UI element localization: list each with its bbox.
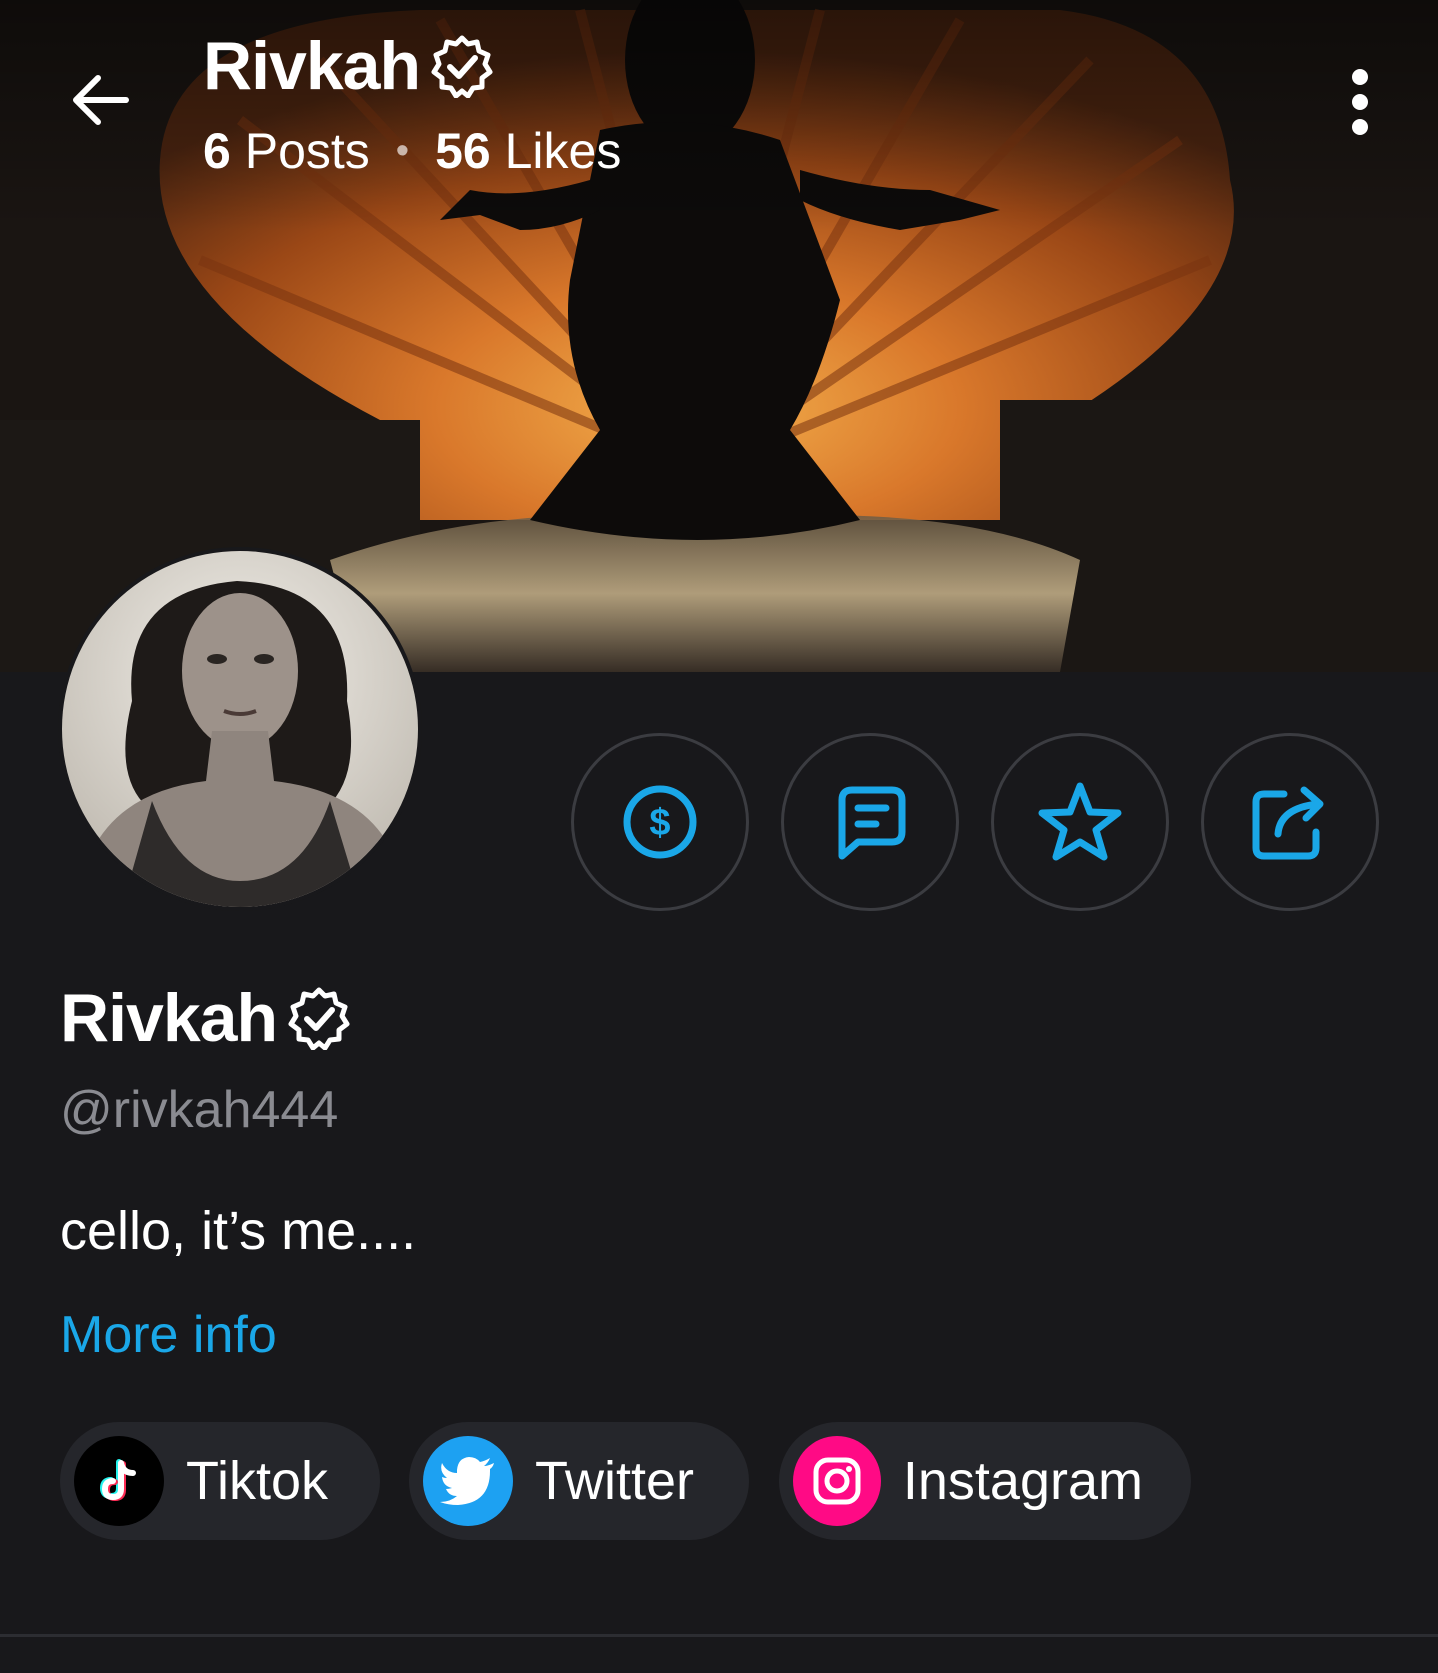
profile-name: Rivkah (60, 978, 351, 1058)
header-title: Rivkah (203, 28, 494, 104)
more-info-link[interactable]: More info (60, 1305, 277, 1365)
star-icon (1038, 782, 1122, 861)
social-chip-instagram[interactable]: Instagram (779, 1422, 1191, 1540)
share-button[interactable] (1201, 733, 1379, 911)
message-icon (838, 786, 906, 860)
social-chip-twitter[interactable]: Twitter (409, 1422, 749, 1540)
svg-text:$: $ (649, 802, 670, 844)
social-label-tiktok: Tiktok (186, 1451, 329, 1511)
favorite-button[interactable] (991, 733, 1169, 911)
social-label-instagram: Instagram (902, 1451, 1143, 1511)
avatar[interactable] (58, 547, 422, 911)
posts-count: 6 (203, 123, 231, 179)
social-chip-tiktok[interactable]: Tiktok (60, 1422, 380, 1540)
profile-bio: cello, it’s me.... (60, 1201, 417, 1261)
twitter-icon (423, 1436, 513, 1526)
header-stats: 6 Posts • 56 Likes (203, 118, 621, 184)
dollar-icon: $ (623, 785, 697, 859)
tip-button[interactable]: $ (571, 733, 749, 911)
verified-badge-icon (288, 987, 350, 1050)
section-divider (0, 1634, 1438, 1637)
profile-name-text: Rivkah (60, 980, 278, 1056)
share-icon (1252, 786, 1324, 860)
header-name: Rivkah (203, 28, 421, 104)
instagram-icon (793, 1436, 881, 1526)
avatar-photo (62, 551, 418, 907)
likes-count: 56 (435, 123, 491, 179)
arrow-left-icon (73, 75, 129, 125)
stats-separator: • (395, 129, 410, 172)
back-button[interactable] (62, 62, 138, 138)
profile-handle: @rivkah444 (60, 1081, 339, 1139)
more-options-button[interactable] (1325, 62, 1395, 142)
more-vertical-icon (1352, 69, 1368, 135)
social-label-twitter: Twitter (535, 1451, 695, 1511)
verified-badge-icon (431, 35, 493, 98)
posts-label: Posts (244, 123, 370, 179)
likes-label: Likes (504, 123, 622, 179)
message-button[interactable] (781, 733, 959, 911)
tiktok-icon (74, 1436, 164, 1526)
